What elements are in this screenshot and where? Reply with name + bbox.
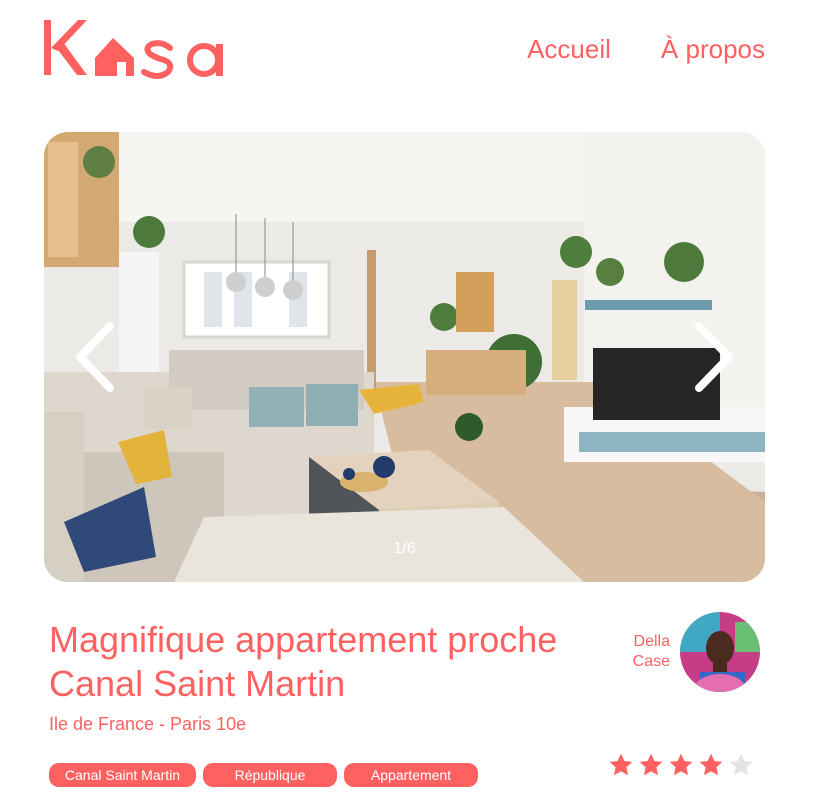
host-first-name: Della [633, 633, 670, 650]
star-filled-icon [609, 753, 633, 776]
tag-list: Canal Saint Martin République Appartemen… [49, 763, 478, 787]
apartment-photo [44, 132, 765, 582]
rating-stars [608, 752, 754, 778]
tag-appartement: Appartement [344, 763, 478, 787]
kasa-logo-mark [44, 20, 223, 79]
star-empty-icon [729, 753, 753, 776]
listing-title: Magnifique appartement proche Canal Sain… [49, 619, 558, 704]
nav-home-link[interactable]: Accueil [527, 34, 611, 65]
star-filled-icon [669, 753, 693, 776]
star-filled-icon [699, 753, 723, 776]
chevron-right-icon[interactable] [691, 322, 737, 392]
tag-canal-saint-martin: Canal Saint Martin [49, 763, 196, 787]
kasa-logo[interactable] [44, 18, 228, 80]
host-name: Della Case [600, 632, 670, 672]
host-last-name: Case [632, 653, 670, 670]
photo-gallery: 1/6 [44, 132, 765, 582]
listing-location: Ile de France - Paris 10e [49, 714, 247, 734]
chevron-left-icon[interactable] [72, 322, 118, 392]
image-counter: 1/6 [393, 540, 416, 557]
star-filled-icon [639, 753, 663, 776]
nav-about-link[interactable]: À propos [661, 34, 765, 65]
host-avatar [680, 612, 760, 692]
main-nav: Accueil À propos [527, 34, 765, 65]
tag-republique: République [203, 763, 337, 787]
